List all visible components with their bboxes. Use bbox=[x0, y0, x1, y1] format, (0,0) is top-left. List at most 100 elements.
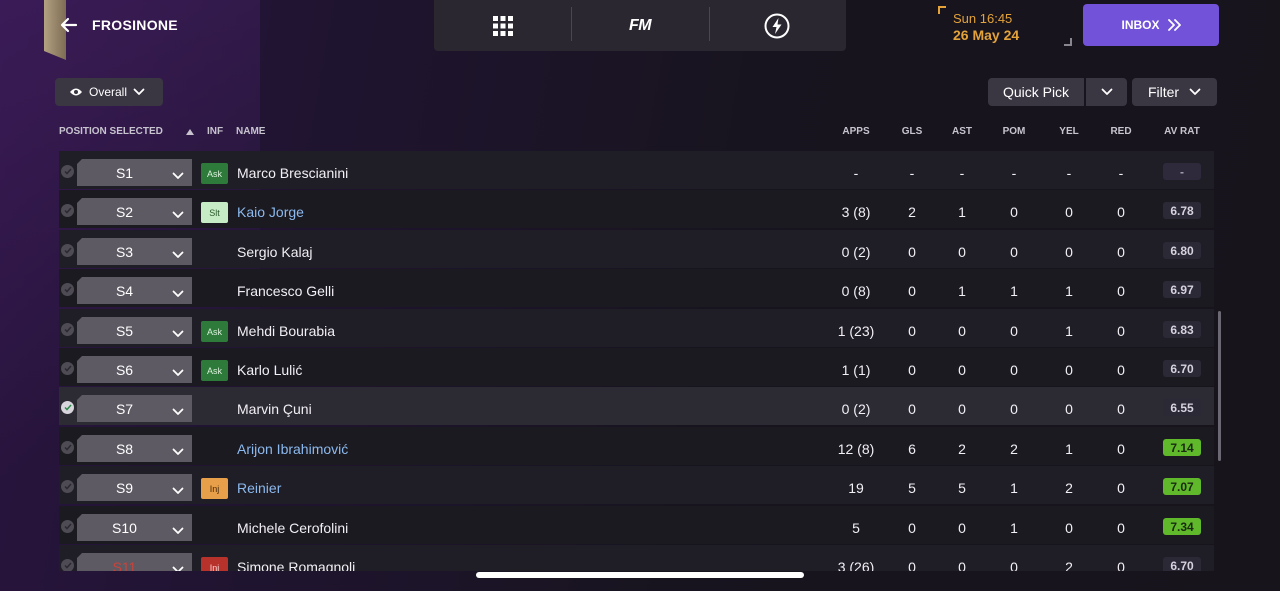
average-rating-badge: 6.70 bbox=[1163, 557, 1201, 571]
position-dropdown[interactable]: S9 bbox=[77, 474, 192, 501]
table-row[interactable]: S4 Francesco Gelli 0 (8) 0 1 1 1 0 6.97 bbox=[59, 269, 1214, 307]
col-pom[interactable]: POM bbox=[1003, 126, 1026, 137]
inbox-button[interactable]: INBOX bbox=[1083, 4, 1219, 46]
row-select-checkbox[interactable] bbox=[61, 165, 74, 178]
fm-home-button[interactable]: FM bbox=[571, 0, 708, 51]
home-indicator[interactable] bbox=[476, 572, 804, 578]
col-av-rat[interactable]: AV RAT bbox=[1164, 126, 1200, 137]
chevron-down-icon bbox=[172, 285, 184, 303]
table-row[interactable]: S7 Marvin Çuni 0 (2) 0 0 0 0 0 6.55 bbox=[59, 387, 1214, 425]
col-red[interactable]: RED bbox=[1110, 126, 1131, 137]
stat-yel: 1 bbox=[1065, 323, 1073, 339]
stat-pom: 0 bbox=[1010, 323, 1018, 339]
col-position[interactable]: POSITION SELECTED bbox=[59, 126, 163, 137]
player-name[interactable]: Karlo Lulić bbox=[237, 362, 302, 378]
position-dropdown[interactable]: S8 bbox=[77, 435, 192, 462]
stat-gls: - bbox=[909, 165, 915, 181]
table-row[interactable]: S6 Ask Karlo Lulić 1 (1) 0 0 0 0 0 6.70 bbox=[59, 348, 1214, 386]
position-dropdown[interactable]: S10 bbox=[77, 514, 192, 541]
player-name[interactable]: Reinier bbox=[237, 480, 281, 496]
quick-pick-dropdown[interactable] bbox=[1086, 78, 1127, 106]
position-label: S9 bbox=[115, 479, 134, 496]
row-select-checkbox[interactable] bbox=[61, 323, 74, 336]
grid-icon bbox=[492, 15, 513, 36]
position-dropdown[interactable]: S4 bbox=[77, 277, 192, 304]
status-badge[interactable]: Ask bbox=[201, 163, 228, 184]
position-dropdown[interactable]: S2 bbox=[77, 198, 192, 225]
player-name[interactable]: Michele Cerofolini bbox=[237, 520, 348, 536]
back-button[interactable] bbox=[56, 12, 82, 38]
player-name[interactable]: Arijon Ibrahimović bbox=[237, 441, 348, 457]
average-rating-badge: 6.97 bbox=[1163, 281, 1201, 298]
stat-yel: 0 bbox=[1065, 401, 1073, 417]
stat-yel: 0 bbox=[1065, 244, 1073, 260]
row-select-checkbox[interactable] bbox=[61, 480, 74, 493]
filter-button[interactable]: Filter bbox=[1132, 78, 1217, 106]
player-name[interactable]: Simone Romagnoli bbox=[237, 559, 355, 571]
position-dropdown[interactable]: S7 bbox=[77, 395, 192, 422]
position-dropdown[interactable]: S6 bbox=[77, 356, 192, 383]
row-select-checkbox[interactable] bbox=[61, 362, 74, 375]
col-ast[interactable]: AST bbox=[952, 126, 972, 137]
sort-ascending-icon[interactable] bbox=[186, 127, 194, 138]
col-apps[interactable]: APPS bbox=[842, 126, 869, 137]
stat-apps: 3 (26) bbox=[837, 559, 875, 571]
col-yel[interactable]: YEL bbox=[1059, 126, 1078, 137]
position-dropdown[interactable]: S11 bbox=[77, 553, 192, 571]
stat-red: - bbox=[1118, 165, 1124, 181]
stat-ast: 1 bbox=[958, 204, 966, 220]
chevron-down-icon bbox=[172, 522, 184, 540]
status-badge[interactable]: Inj bbox=[201, 478, 228, 499]
stat-red: 0 bbox=[1117, 244, 1125, 260]
status-badge[interactable]: Slt bbox=[201, 202, 228, 223]
scrollbar[interactable] bbox=[1218, 311, 1221, 461]
stat-apps: 5 bbox=[852, 520, 860, 536]
col-name[interactable]: NAME bbox=[236, 126, 265, 137]
status-badge[interactable]: Ask bbox=[201, 321, 228, 342]
table-row[interactable]: S11 Inj Simone Romagnoli 3 (26) 0 0 0 2 0 6.70 bbox=[59, 545, 1214, 571]
player-name[interactable]: Sergio Kalaj bbox=[237, 244, 313, 260]
table-row[interactable]: S9 Inj Reinier 19 5 5 1 2 0 7.07 bbox=[59, 466, 1214, 504]
player-name[interactable]: Marco Brescianini bbox=[237, 165, 348, 181]
stat-red: 0 bbox=[1117, 559, 1125, 571]
table-row[interactable]: S2 Slt Kaio Jorge 3 (8) 2 1 0 0 0 6.78 bbox=[59, 190, 1214, 228]
row-select-checkbox[interactable] bbox=[61, 283, 74, 296]
checkmark-icon bbox=[63, 247, 72, 254]
table-row[interactable]: S10 Michele Cerofolini 5 0 0 1 0 0 7.34 bbox=[59, 506, 1214, 544]
lightning-icon bbox=[764, 13, 790, 38]
quick-pick-button[interactable]: Quick Pick bbox=[988, 78, 1084, 106]
position-dropdown[interactable]: S5 bbox=[77, 317, 192, 344]
table-row[interactable]: S3 Sergio Kalaj 0 (2) 0 0 0 0 0 6.80 bbox=[59, 230, 1214, 268]
table-row[interactable]: S5 Ask Mehdi Bourabia 1 (23) 0 0 0 1 0 6.83 bbox=[59, 309, 1214, 347]
player-name[interactable]: Francesco Gelli bbox=[237, 283, 334, 299]
row-select-checkbox[interactable] bbox=[61, 520, 74, 533]
row-select-checkbox[interactable] bbox=[61, 559, 74, 571]
checkmark-icon bbox=[63, 483, 72, 490]
status-badge[interactable]: Ask bbox=[201, 360, 228, 381]
row-select-checkbox[interactable] bbox=[61, 401, 74, 414]
player-name[interactable]: Kaio Jorge bbox=[237, 204, 304, 220]
quick-actions-button[interactable] bbox=[708, 0, 846, 51]
position-dropdown[interactable]: S3 bbox=[77, 238, 192, 265]
stat-ast: - bbox=[959, 165, 965, 181]
row-select-checkbox[interactable] bbox=[61, 244, 74, 257]
stat-yel: 1 bbox=[1065, 283, 1073, 299]
row-select-checkbox[interactable] bbox=[61, 204, 74, 217]
player-name[interactable]: Mehdi Bourabia bbox=[237, 323, 335, 339]
checkmark-icon bbox=[63, 562, 72, 569]
row-select-checkbox[interactable] bbox=[61, 441, 74, 454]
col-inf[interactable]: INF bbox=[207, 126, 223, 137]
table-row[interactable]: S1 Ask Marco Brescianini - - - - - - - bbox=[59, 151, 1214, 189]
stat-pom: 1 bbox=[1010, 520, 1018, 536]
game-date[interactable]: Sun 16:45 26 May 24 bbox=[938, 6, 1072, 46]
player-name[interactable]: Marvin Çuni bbox=[237, 401, 312, 417]
col-gls[interactable]: GLS bbox=[902, 126, 923, 137]
position-dropdown[interactable]: S1 bbox=[77, 159, 192, 186]
club-name[interactable]: FROSINONE bbox=[92, 17, 178, 33]
menu-grid-button[interactable] bbox=[434, 0, 571, 51]
average-rating-badge: 6.83 bbox=[1163, 321, 1201, 338]
table-row[interactable]: S8 Arijon Ibrahimović 12 (8) 6 2 2 1 0 7.14 bbox=[59, 427, 1214, 465]
view-selector[interactable]: Overall bbox=[55, 78, 163, 106]
status-badge[interactable]: Inj bbox=[201, 557, 228, 571]
chevron-down-icon bbox=[172, 561, 184, 571]
